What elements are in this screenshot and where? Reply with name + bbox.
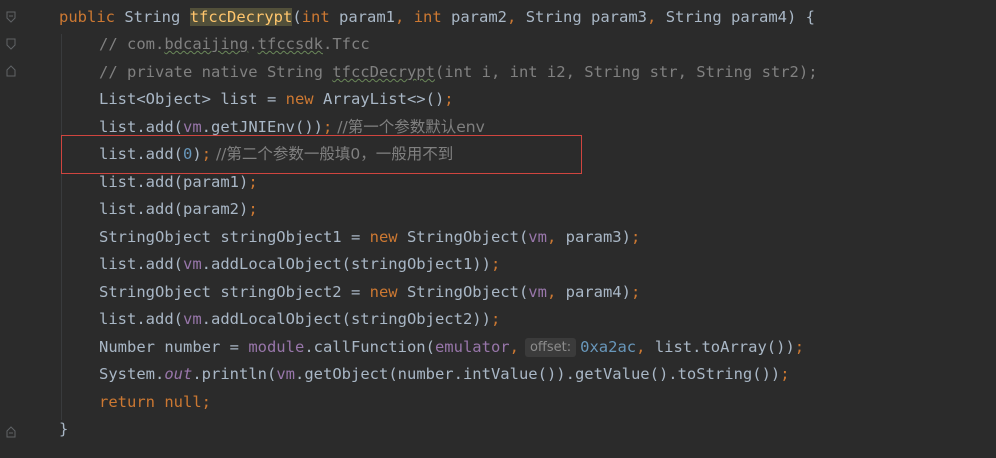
semicolon: ; bbox=[630, 228, 641, 246]
field-vm: vm bbox=[528, 283, 547, 301]
param-decl: String param4) { bbox=[665, 8, 815, 26]
code-line-comment-package[interactable]: // com.bdcaijing.tfccsdk.Tfcc bbox=[99, 31, 370, 58]
field-vm: vm bbox=[528, 228, 547, 246]
field-vm: vm bbox=[183, 310, 202, 328]
comma: , bbox=[647, 8, 666, 26]
fold-close-icon[interactable] bbox=[6, 38, 16, 50]
code-line-call-function[interactable]: Number number = module.callFunction(emul… bbox=[99, 334, 804, 361]
comma: , bbox=[509, 338, 519, 356]
code-text: .getJNIEnv()) bbox=[201, 118, 323, 136]
comment-text: // com. bbox=[99, 35, 165, 53]
code-text: .addLocalObject(stringObject1)) bbox=[201, 255, 491, 273]
comment-text-typo: bdcaijing bbox=[164, 35, 249, 53]
code-text: StringObject( bbox=[397, 228, 529, 246]
comment-text: .Tfcc bbox=[323, 35, 370, 53]
return-type: String bbox=[124, 8, 181, 26]
code-text: list.add( bbox=[99, 310, 183, 328]
indent-guide bbox=[61, 34, 62, 420]
code-text: list.add(param2) bbox=[99, 200, 249, 218]
semicolon: ; bbox=[490, 310, 501, 328]
code-text: list.add( bbox=[99, 118, 183, 136]
comma: , bbox=[395, 8, 414, 26]
comment-text-typo: tfccDecrypt bbox=[332, 63, 435, 81]
code-text: ArrayList<>() bbox=[313, 90, 445, 108]
code-text: param3) bbox=[565, 228, 631, 246]
keyword-new: new bbox=[369, 283, 398, 301]
code-line-list-decl[interactable]: List<Object> list = new ArrayList<>(); bbox=[99, 86, 454, 113]
code-text: list.add( bbox=[99, 255, 183, 273]
comma: , bbox=[546, 283, 566, 301]
editor-gutter bbox=[0, 0, 26, 458]
semicolon: ; bbox=[630, 283, 641, 301]
code-text: list.add(param1) bbox=[99, 173, 249, 191]
fold-end-icon[interactable] bbox=[6, 426, 16, 438]
code-text: StringObject stringObject2 = bbox=[99, 283, 370, 301]
semicolon: ; bbox=[444, 90, 454, 108]
code-line-comment-native[interactable]: // private native String tfccDecrypt(int… bbox=[99, 59, 818, 86]
comma: , bbox=[636, 338, 655, 356]
static-field-out: out bbox=[164, 365, 193, 383]
code-line-close-brace[interactable]: } bbox=[59, 416, 68, 443]
code-line-add-param1[interactable]: list.add(param1); bbox=[99, 169, 258, 196]
keyword-null: null bbox=[155, 393, 202, 411]
code-line-add-local1[interactable]: list.add(vm.addLocalObject(stringObject1… bbox=[99, 251, 500, 278]
param-decl: String param3 bbox=[525, 8, 648, 26]
code-text: .getObject(number.intValue()).getValue()… bbox=[295, 365, 781, 383]
comment-text: //第一个参数默认env bbox=[332, 118, 485, 136]
code-text: .callFunction( bbox=[304, 338, 435, 356]
keyword-int: int bbox=[413, 8, 442, 26]
param-name: param2 bbox=[441, 8, 508, 26]
fold-end-icon[interactable] bbox=[6, 65, 16, 77]
number-literal: 0xa2ac bbox=[580, 338, 637, 356]
code-line-println[interactable]: System.out.println(vm.getObject(number.i… bbox=[99, 361, 790, 388]
parameter-hint: offset: bbox=[524, 338, 577, 357]
keyword-public: public bbox=[59, 8, 115, 26]
comment-text: (int i, int i2, String str, String str2)… bbox=[434, 63, 818, 81]
field-vm: vm bbox=[276, 365, 295, 383]
code-text: Number number = bbox=[99, 338, 249, 356]
code-text: .addLocalObject(stringObject2)) bbox=[201, 310, 491, 328]
code-line-return[interactable]: return null; bbox=[99, 389, 211, 416]
keyword-int: int bbox=[301, 8, 330, 26]
comma: , bbox=[546, 228, 566, 246]
code-line-signature[interactable]: public String tfccDecrypt(int param1, in… bbox=[59, 4, 815, 31]
code-text: StringObject stringObject1 = bbox=[99, 228, 370, 246]
code-text: list.toArray()) bbox=[654, 338, 795, 356]
keyword-new: new bbox=[369, 228, 398, 246]
semicolon: ; bbox=[248, 200, 258, 218]
comment-text-typo: tfccsdk bbox=[257, 35, 323, 53]
code-line-string-object2[interactable]: StringObject stringObject2 = new StringO… bbox=[99, 279, 640, 306]
code-line-string-object1[interactable]: StringObject stringObject1 = new StringO… bbox=[99, 224, 640, 251]
comma: , bbox=[507, 8, 526, 26]
code-editor[interactable]: public String tfccDecrypt(int param1, in… bbox=[0, 0, 996, 458]
semicolon: ; bbox=[248, 173, 258, 191]
code-line-add-param2[interactable]: list.add(param2); bbox=[99, 196, 258, 223]
field-vm: vm bbox=[183, 255, 202, 273]
keyword-return: return bbox=[99, 393, 155, 411]
semicolon: ; bbox=[201, 393, 212, 411]
semicolon: ; bbox=[490, 255, 501, 273]
paren: ( bbox=[292, 8, 302, 26]
semicolon: ; bbox=[794, 338, 805, 356]
param-name: param1 bbox=[329, 8, 396, 26]
closing-brace: } bbox=[59, 420, 69, 438]
comment-text: . bbox=[248, 35, 258, 53]
semicolon: ; bbox=[780, 365, 790, 383]
comment-text: // private native String bbox=[99, 63, 333, 81]
field-module: module bbox=[248, 338, 305, 356]
method-name-highlighted: tfccDecrypt bbox=[189, 8, 293, 26]
code-text: StringObject( bbox=[397, 283, 529, 301]
semicolon: ; bbox=[323, 118, 333, 136]
field-emulator: emulator bbox=[434, 338, 510, 356]
code-text: param4) bbox=[565, 283, 631, 301]
code-text: System. bbox=[99, 365, 165, 383]
field-vm: vm bbox=[183, 118, 202, 136]
fold-open-icon[interactable] bbox=[6, 11, 16, 23]
code-text: List<Object> list = bbox=[99, 90, 286, 108]
keyword-new: new bbox=[285, 90, 314, 108]
code-text: .println( bbox=[192, 365, 277, 383]
code-line-add-local2[interactable]: list.add(vm.addLocalObject(stringObject2… bbox=[99, 306, 500, 333]
